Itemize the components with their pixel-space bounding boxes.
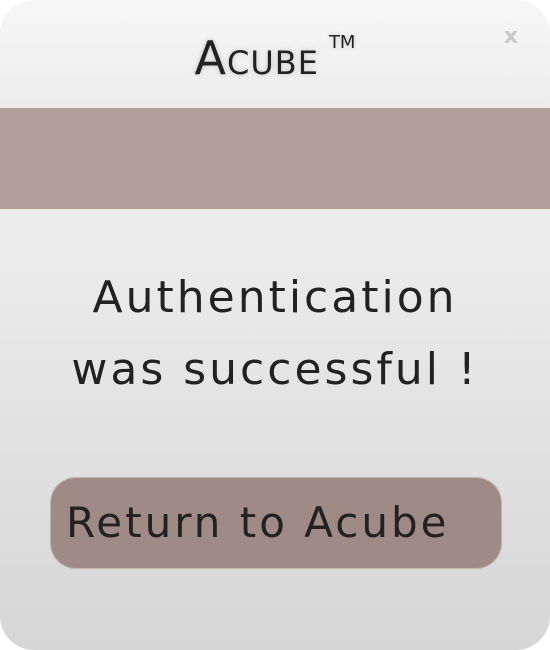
return-button-label: Return to Acube	[66, 498, 450, 547]
dialog-header: Acube TM x	[0, 0, 550, 108]
status-message: Authentication was successful !	[0, 262, 550, 406]
return-to-acube-button[interactable]: Return to Acube	[50, 477, 502, 569]
accent-band	[0, 108, 550, 209]
auth-success-dialog: Acube TM x Authentication was successful …	[0, 0, 550, 650]
brand-logo: Acube TM	[0, 28, 550, 88]
status-message-line-1: Authentication	[92, 272, 458, 323]
brand-name: Acube	[194, 31, 319, 85]
trademark-mark: TM	[328, 32, 356, 53]
status-message-line-2: was successful !	[71, 344, 479, 395]
close-icon[interactable]: x	[496, 22, 526, 52]
